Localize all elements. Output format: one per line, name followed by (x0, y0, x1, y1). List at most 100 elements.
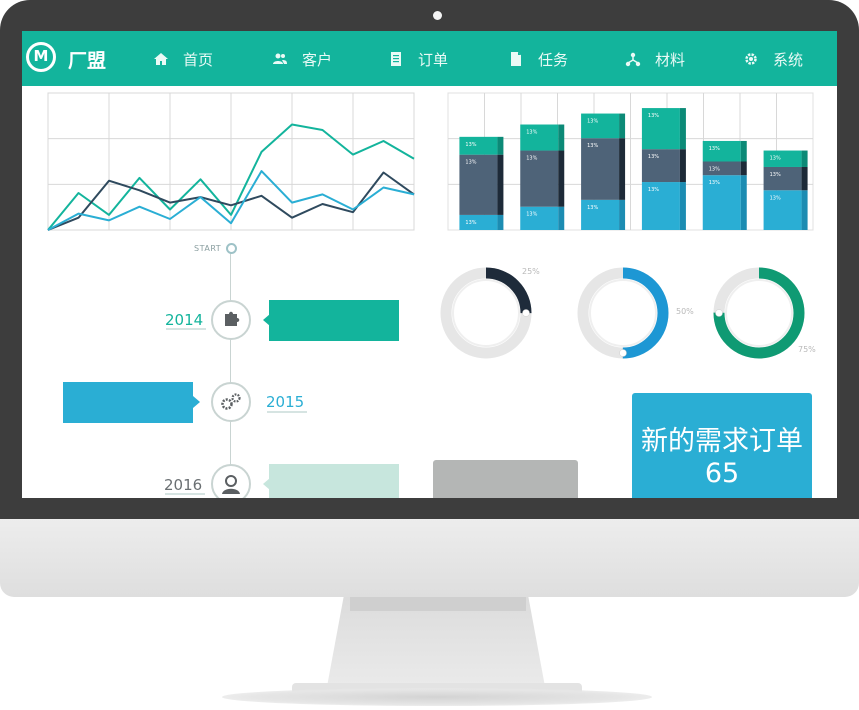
bar-segment (581, 113, 620, 139)
bar-data-label: 13% (587, 143, 598, 149)
bar-segment-side (740, 175, 747, 230)
timeline-year-2016: 2016 (164, 476, 203, 494)
timeline-subtext-2016 (165, 493, 205, 495)
person-icon (222, 475, 240, 494)
timeline-node-2016[interactable] (211, 464, 251, 498)
donut-end-marker (619, 349, 627, 357)
nav-item-orders[interactable]: 订单 (388, 49, 448, 69)
bar-segment-side (679, 108, 686, 150)
screen: M 厂盟 首页 客户 订单 任务 材料 系统 13% 13% 13% 13% 13% 13… (22, 31, 837, 498)
bar-segment-side (740, 140, 747, 162)
camera-dot (433, 11, 442, 20)
bar-segment-side (497, 214, 504, 230)
home-icon (154, 53, 168, 65)
donut-end-marker (522, 309, 530, 317)
gray-card (433, 460, 578, 498)
timeline-start-dot (226, 243, 237, 254)
bar-segment-side (558, 150, 565, 207)
bar-chart: 13% 13% 13% 13% 13% 13% 13% 13% 13% 13% 13% 13% 13% 1… (447, 92, 814, 231)
nav-item-label: 首页 (183, 50, 214, 69)
nav-item-label: 材料 (655, 50, 686, 69)
new-orders-count: 65 (704, 458, 740, 489)
users-icon (273, 53, 287, 64)
donut-inner-ring (589, 279, 657, 347)
bar-data-label: 13% (526, 212, 537, 218)
timeline-node-2015[interactable] (211, 382, 251, 422)
bar-segment-side (679, 149, 686, 183)
bar-segment (520, 124, 559, 151)
bar-segment-side (497, 154, 504, 215)
nav-item-label: 订单 (418, 50, 449, 69)
nav-item-label: 任务 (538, 50, 569, 69)
network-icon (625, 52, 641, 67)
logo-icon: M (26, 42, 56, 72)
donut-chart-50 (577, 267, 669, 359)
bar-data-label: 13% (587, 119, 598, 125)
bar-segment-side (740, 161, 747, 176)
bar-data-label: 13% (770, 195, 781, 201)
nav-item-tasks[interactable]: 任务 (508, 49, 568, 69)
bar-segment-side (679, 182, 686, 230)
bar-segment (763, 166, 802, 191)
bar-segment-side (497, 136, 504, 155)
top-navbar: M 厂盟 首页 客户 订单 任务 材料 系统 (22, 31, 837, 86)
nav-item-system[interactable]: 系统 (743, 49, 803, 69)
donut-label-75: 75% (798, 345, 816, 354)
timeline-subtext-2014 (166, 328, 206, 330)
nav-item-label: 系统 (773, 50, 804, 69)
timeline-year-2014: 2014 (165, 311, 204, 329)
timeline-node-2014[interactable] (211, 300, 251, 340)
bar-data-label: 13% (526, 130, 537, 136)
bar-segment-side (801, 190, 808, 230)
bar-segment-side (801, 150, 808, 167)
bar-data-label: 13% (709, 180, 720, 186)
bar-data-label: 13% (648, 113, 659, 119)
donut-inner-ring (725, 279, 793, 347)
gear-icon (745, 53, 757, 65)
timeline-line (230, 253, 231, 498)
donut-chart-75 (713, 267, 805, 359)
nav-item-materials[interactable]: 材料 (625, 49, 685, 69)
bar-data-label: 13% (770, 156, 781, 162)
timeline-start-label: START (194, 244, 222, 253)
new-orders-card[interactable]: 新的需求订单 65 (632, 393, 812, 498)
puzzle-icon (225, 311, 240, 326)
timeline-box-2015[interactable] (63, 382, 193, 423)
bar-segment (520, 206, 559, 230)
nav-item-home[interactable]: 首页 (153, 49, 213, 69)
bar-data-label: 13% (648, 154, 659, 160)
file-icon (511, 52, 521, 66)
timeline-year-2015: 2015 (266, 393, 305, 411)
monitor-base-shadow (222, 688, 652, 706)
gears-icon (221, 393, 241, 410)
bar-data-label: 13% (465, 142, 476, 148)
donut-inner-ring (452, 279, 520, 347)
line-chart (47, 92, 415, 231)
timeline-box-2016[interactable] (269, 464, 399, 498)
timeline-box-2014[interactable] (269, 300, 399, 341)
monitor-chin (0, 519, 859, 597)
donut-chart-25 (440, 267, 532, 359)
bar-segment-side (558, 124, 565, 151)
donut-label-25: 25% (522, 267, 540, 276)
bar-data-label: 13% (465, 160, 476, 166)
bar-data-label: 13% (587, 205, 598, 211)
bar-segment-side (619, 113, 626, 139)
bar-data-label: 13% (465, 220, 476, 226)
brand-name: 厂盟 (68, 50, 107, 72)
bar-data-label: 13% (648, 187, 659, 193)
bar-segment-side (619, 138, 626, 200)
donut-end-marker (715, 309, 723, 317)
bar-data-label: 13% (709, 167, 720, 173)
document-icon (391, 52, 401, 66)
nav-item-customers[interactable]: 客户 (272, 49, 332, 69)
timeline-box-pointer (193, 396, 200, 408)
bar-data-label: 13% (770, 172, 781, 178)
timeline-subtext-2015 (267, 411, 307, 413)
donut-label-50: 50% (676, 307, 694, 316)
bar-data-label: 13% (526, 156, 537, 162)
monitor-stand (326, 597, 546, 692)
nav-item-label: 客户 (302, 50, 333, 69)
monitor-stand-shadow (350, 597, 526, 611)
new-orders-title: 新的需求订单 (641, 426, 803, 457)
